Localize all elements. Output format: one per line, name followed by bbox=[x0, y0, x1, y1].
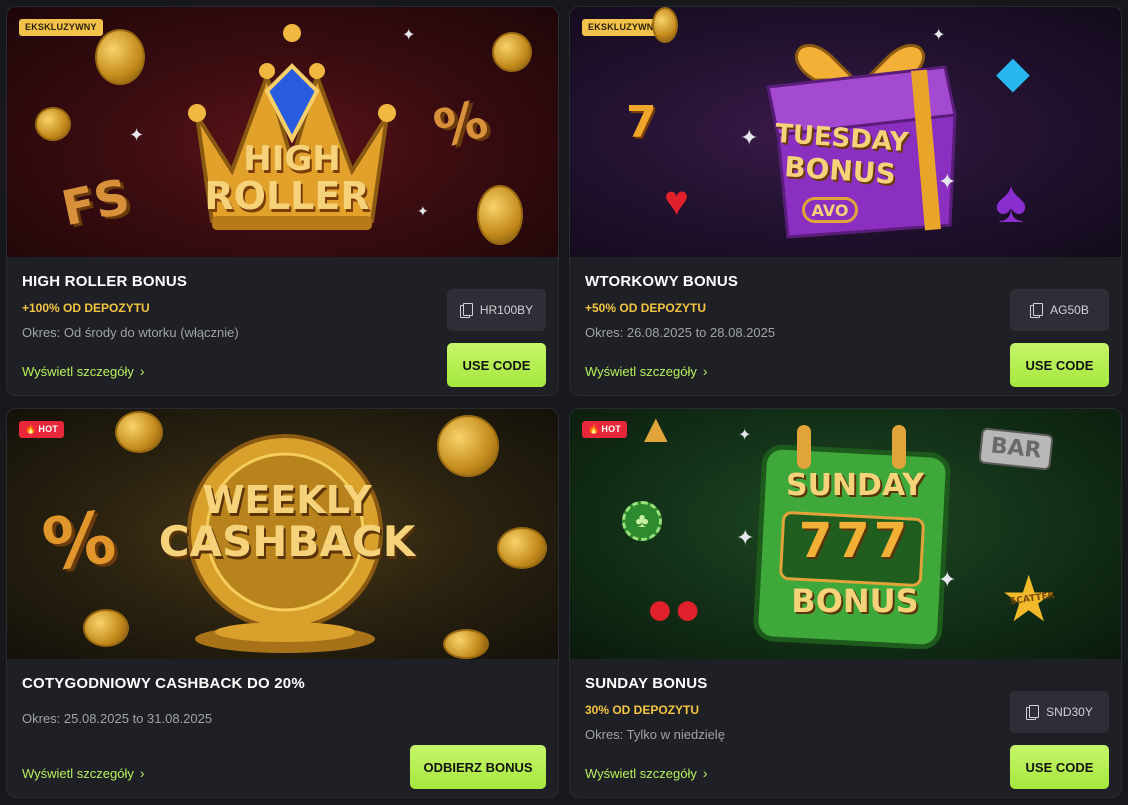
promo-card-tuesday-bonus: EKSKLUZYWNY TUESDAY BONUS AVO 7 ♥ ♠ ◆ ✦ … bbox=[569, 6, 1122, 396]
fs-symbol: FS bbox=[56, 168, 135, 238]
copy-icon bbox=[1030, 303, 1044, 318]
flame-icon: 🔥 bbox=[588, 424, 600, 434]
percent-symbol: % bbox=[428, 89, 494, 161]
banner-title-line-2: BONUS bbox=[791, 582, 919, 620]
view-details-label: Wyświetl szczegóły bbox=[585, 765, 697, 781]
promo-period: Okres: 26.08.2025 to 28.08.2025 bbox=[585, 325, 776, 340]
heart-icon: ♥ bbox=[664, 177, 689, 224]
promo-period: Okres: 25.08.2025 to 31.08.2025 bbox=[22, 711, 213, 726]
sparkle-icon: ✦ bbox=[129, 125, 145, 145]
banner-title-line-2: ROLLER bbox=[204, 174, 370, 218]
coin-icon bbox=[652, 7, 678, 43]
promo-banner-image[interactable]: EKSKLUZYWNY HIGH ROLLER FS % ✦ ✦ ✦ bbox=[7, 7, 558, 257]
coin-icon bbox=[477, 185, 523, 245]
promo-info: COTYGODNIOWY CASHBACK DO 20% Okres: 25.0… bbox=[7, 659, 558, 797]
use-code-button[interactable]: USE CODE bbox=[1010, 745, 1109, 789]
spade-icon: ♠ bbox=[995, 168, 1027, 235]
cherries-icon: ●● bbox=[646, 582, 702, 634]
copy-icon bbox=[1026, 705, 1040, 720]
clover-chip-icon: ♣ bbox=[622, 501, 662, 541]
hot-badge-label: HOT bbox=[601, 424, 622, 434]
diamond-gem-icon: ◆ bbox=[996, 48, 1030, 97]
promo-card-high-roller: EKSKLUZYWNY HIGH ROLLER FS % ✦ ✦ ✦ HIGH … bbox=[6, 6, 559, 396]
slot-777: 777 bbox=[798, 513, 912, 569]
banner-title-line-2: CASHBACK bbox=[158, 517, 416, 566]
view-details-label: Wyświetl szczegóły bbox=[585, 363, 697, 379]
view-details-label: Wyświetl szczegóły bbox=[22, 765, 134, 781]
sparkle-icon: ✦ bbox=[740, 125, 759, 150]
sparkle-icon: ✦ bbox=[417, 203, 429, 219]
view-details-link[interactable]: Wyświetl szczegóły › bbox=[585, 765, 708, 781]
coin-icon bbox=[115, 411, 163, 453]
promo-banner-image[interactable]: 🔥 HOT WEEKLY CASHBACK % bbox=[7, 409, 558, 659]
promo-title: HIGH ROLLER BONUS bbox=[22, 273, 188, 290]
banner-title-line-1: SUNDAY bbox=[785, 468, 925, 503]
coin-icon bbox=[83, 609, 129, 647]
promo-code: HR100BY bbox=[479, 303, 534, 317]
flame-icon: 🔥 bbox=[25, 424, 37, 434]
promo-subtitle: +50% OD DEPOZYTU bbox=[585, 301, 707, 315]
view-details-link[interactable]: Wyświetl szczegóły › bbox=[22, 765, 145, 781]
promo-code-copy[interactable]: HR100BY bbox=[447, 289, 546, 331]
chevron-right-icon: › bbox=[139, 765, 145, 781]
promo-info: HIGH ROLLER BONUS +100% OD DEPOZYTU Okre… bbox=[7, 257, 558, 395]
promo-title: SUNDAY BONUS bbox=[585, 675, 708, 692]
view-details-link[interactable]: Wyświetl szczegóły › bbox=[22, 363, 145, 379]
view-details-link[interactable]: Wyświetl szczegóły › bbox=[585, 363, 708, 379]
promo-subtitle: +100% OD DEPOZYTU bbox=[22, 301, 150, 315]
bar-symbol: BAR bbox=[978, 427, 1054, 471]
sparkle-icon: ✦ bbox=[402, 27, 416, 44]
sparkle-icon: ✦ bbox=[738, 427, 752, 444]
promo-period: Okres: Od środy do wtorku (włącznie) bbox=[22, 325, 239, 340]
hot-badge-label: HOT bbox=[38, 424, 59, 434]
use-code-button[interactable]: USE CODE bbox=[1010, 343, 1109, 387]
promo-title: WTORKOWY BONUS bbox=[585, 273, 739, 290]
sparkle-icon: ✦ bbox=[932, 27, 946, 44]
use-code-button[interactable]: USE CODE bbox=[447, 343, 546, 387]
promo-title: COTYGODNIOWY CASHBACK DO 20% bbox=[22, 675, 305, 692]
chevron-right-icon: › bbox=[702, 765, 708, 781]
promo-subtitle: 30% OD DEPOZYTU bbox=[585, 703, 700, 717]
copy-icon bbox=[459, 303, 473, 318]
lucky-seven-icon: 7 bbox=[626, 97, 657, 148]
sparkle-icon: ✦ bbox=[938, 567, 957, 592]
avo-logo: AVO bbox=[802, 197, 858, 223]
promo-info: WTORKOWY BONUS +50% OD DEPOZYTU Okres: 2… bbox=[570, 257, 1121, 395]
coin-icon bbox=[443, 629, 489, 659]
claim-bonus-button[interactable]: ODBIERZ BONUS bbox=[410, 745, 546, 789]
banner-title-line-2: BONUS bbox=[783, 150, 897, 191]
sparkle-icon: ✦ bbox=[938, 169, 957, 194]
promo-code-copy[interactable]: SND30Y bbox=[1010, 691, 1109, 733]
hot-badge: 🔥 HOT bbox=[582, 421, 628, 438]
promo-info: SUNDAY BONUS 30% OD DEPOZYTU Okres: Tylk… bbox=[570, 659, 1121, 797]
bell-icon: ▲ bbox=[636, 409, 676, 451]
exclusive-badge: EKSKLUZYWNY bbox=[19, 19, 103, 36]
promo-banner-image[interactable]: EKSKLUZYWNY TUESDAY BONUS AVO 7 ♥ ♠ ◆ ✦ … bbox=[570, 7, 1121, 257]
view-details-label: Wyświetl szczegóły bbox=[22, 363, 134, 379]
sparkle-icon: ✦ bbox=[736, 525, 755, 550]
hot-badge: 🔥 HOT bbox=[19, 421, 65, 438]
promo-banner-image[interactable]: 🔥 HOT SUNDAY 777 BONUS BAR ★ SCATTER ●● ♣… bbox=[570, 409, 1121, 659]
promo-card-sunday-bonus: 🔥 HOT SUNDAY 777 BONUS BAR ★ SCATTER ●● ♣… bbox=[569, 408, 1122, 798]
banner-title-line-1: WEEKLY bbox=[202, 478, 372, 522]
coin-icon bbox=[95, 29, 145, 85]
percent-symbol: % bbox=[37, 494, 121, 588]
dollar-coin-icon bbox=[437, 415, 499, 477]
coin-icon bbox=[497, 527, 547, 569]
promo-code-copy[interactable]: AG50B bbox=[1010, 289, 1109, 331]
promo-code: AG50B bbox=[1050, 303, 1089, 317]
promo-period: Okres: Tylko w niedzielę bbox=[585, 727, 725, 742]
banner-title-line-1: HIGH bbox=[243, 139, 341, 179]
chevron-right-icon: › bbox=[702, 363, 708, 379]
promo-card-weekly-cashback: 🔥 HOT WEEKLY CASHBACK % COTYGODNIOWY CASH… bbox=[6, 408, 559, 798]
chevron-right-icon: › bbox=[139, 363, 145, 379]
promo-code: SND30Y bbox=[1046, 705, 1093, 719]
coin-icon bbox=[492, 32, 532, 72]
coin-icon bbox=[35, 107, 71, 141]
